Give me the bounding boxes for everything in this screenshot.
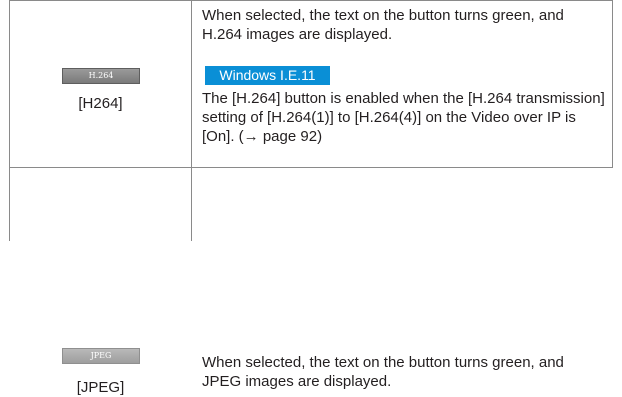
table-row-jpeg: JPEG [JPEG] When selected, the text on t… <box>9 167 613 396</box>
h264-description: When selected, the text on the button tu… <box>202 7 564 43</box>
windows-ie-badge: Windows I.E.11 <box>205 66 330 85</box>
jpeg-caption: [JPEG] <box>76 379 125 396</box>
jpeg-description: When selected, the text on the button tu… <box>202 354 564 390</box>
h264-button[interactable]: H.264 <box>62 68 140 84</box>
settings-table: H.264 [H264] When selected, the text on … <box>9 0 613 396</box>
jpeg-button[interactable]: JPEG <box>62 348 140 364</box>
h264-note: The [H.264] button is enabled when the [… <box>202 90 605 145</box>
table-row-h264: H.264 [H264] When selected, the text on … <box>9 0 613 168</box>
h264-caption: [H264] <box>78 95 123 112</box>
